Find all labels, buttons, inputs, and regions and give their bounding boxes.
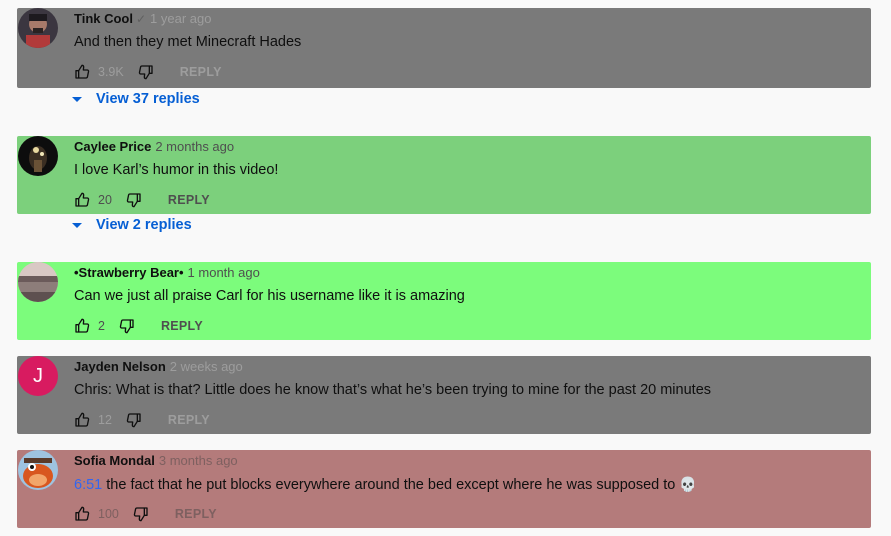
reply-button[interactable]: REPLY (175, 507, 217, 521)
checkmark-icon: ✓ (135, 12, 147, 26)
thumbs-up-icon[interactable] (74, 318, 90, 334)
comment-text: I love Karl’s humor in this video! (74, 162, 279, 178)
reply-button[interactable]: REPLY (180, 65, 222, 79)
like-count: 20 (98, 193, 112, 207)
comment-item: J Jayden Nelson 2 weeks ago Chris: What i… (17, 356, 871, 434)
avatar[interactable] (18, 136, 58, 176)
caret-down-icon (72, 96, 82, 102)
author-name[interactable]: Jayden Nelson (74, 359, 166, 374)
skull-emoji: 💀 (679, 476, 697, 492)
avatar-letter: J (33, 364, 43, 387)
comment-item: •Strawberry Bear• 1 month ago Can we just… (17, 262, 871, 340)
thumbs-up-icon[interactable] (74, 64, 90, 80)
comment-header: Sofia Mondal 3 months ago (74, 453, 238, 468)
caret-down-icon (72, 222, 82, 228)
thumbs-up-icon[interactable] (74, 506, 90, 522)
comment-text: Can we just all praise Carl for his user… (74, 288, 465, 304)
author-name[interactable]: Tink Cool (74, 11, 133, 26)
comment-header: Caylee Price 2 months ago (74, 139, 234, 154)
thumbs-up-icon[interactable] (74, 412, 90, 428)
comment-text: Chris: What is that? Little does he know… (74, 382, 712, 398)
comment-header: Tink Cool ✓ 1 year ago (74, 11, 211, 26)
comment-actions: 12 REPLY (74, 412, 210, 428)
comment-item: Tink Cool ✓ 1 year ago And then they met M… (17, 8, 871, 88)
comment-time[interactable]: 2 months ago (155, 139, 234, 154)
view-replies-button[interactable]: View 37 replies (72, 91, 200, 107)
view-replies-label: View 37 replies (96, 91, 200, 107)
avatar[interactable] (18, 8, 58, 48)
author-name[interactable]: Caylee Price (74, 139, 151, 154)
thumbs-down-icon[interactable] (126, 192, 142, 208)
comment-actions: 3.9K REPLY (74, 64, 222, 80)
like-count: 2 (98, 319, 105, 333)
comment-time[interactable]: 3 months ago (159, 453, 238, 468)
comment-item: Caylee Price 2 months ago I love Karl’s h… (17, 136, 871, 214)
view-replies-button[interactable]: View 2 replies (72, 217, 192, 233)
thumbs-down-icon[interactable] (133, 506, 149, 522)
like-count: 3.9K (98, 65, 124, 79)
comment-actions: 20 REPLY (74, 192, 210, 208)
comment-time[interactable]: 2 weeks ago (170, 359, 243, 374)
comments-section: Tink Cool ✓ 1 year ago And then they met M… (0, 0, 891, 536)
comment-time[interactable]: 1 month ago (188, 265, 260, 280)
thumbs-down-icon[interactable] (138, 64, 154, 80)
avatar[interactable] (18, 450, 58, 490)
comment-header: Jayden Nelson 2 weeks ago (74, 359, 243, 374)
comment-item: Sofia Mondal 3 months ago 6:51 the fact t… (17, 450, 871, 528)
like-count: 12 (98, 413, 112, 427)
thumbs-down-icon[interactable] (126, 412, 142, 428)
avatar[interactable]: J (18, 356, 58, 396)
author-name[interactable]: Sofia Mondal (74, 453, 155, 468)
comment-actions: 2 REPLY (74, 318, 203, 334)
reply-button[interactable]: REPLY (161, 319, 203, 333)
reply-button[interactable]: REPLY (168, 413, 210, 427)
comment-body: the fact that he put blocks everywhere a… (106, 477, 676, 493)
comment-header: •Strawberry Bear• 1 month ago (74, 265, 260, 280)
thumbs-up-icon[interactable] (74, 192, 90, 208)
author-name[interactable]: •Strawberry Bear• (74, 265, 184, 280)
comment-text: And then they met Minecraft Hades (74, 34, 302, 50)
comment-actions: 100 REPLY (74, 506, 217, 522)
thumbs-down-icon[interactable] (119, 318, 135, 334)
comment-time[interactable]: 1 year ago (150, 11, 211, 26)
timestamp-link[interactable]: 6:51 (74, 477, 102, 493)
reply-button[interactable]: REPLY (168, 193, 210, 207)
comment-text: 6:51 the fact that he put blocks everywh… (74, 476, 697, 493)
view-replies-label: View 2 replies (96, 217, 192, 233)
like-count: 100 (98, 507, 119, 521)
avatar[interactable] (18, 262, 58, 302)
